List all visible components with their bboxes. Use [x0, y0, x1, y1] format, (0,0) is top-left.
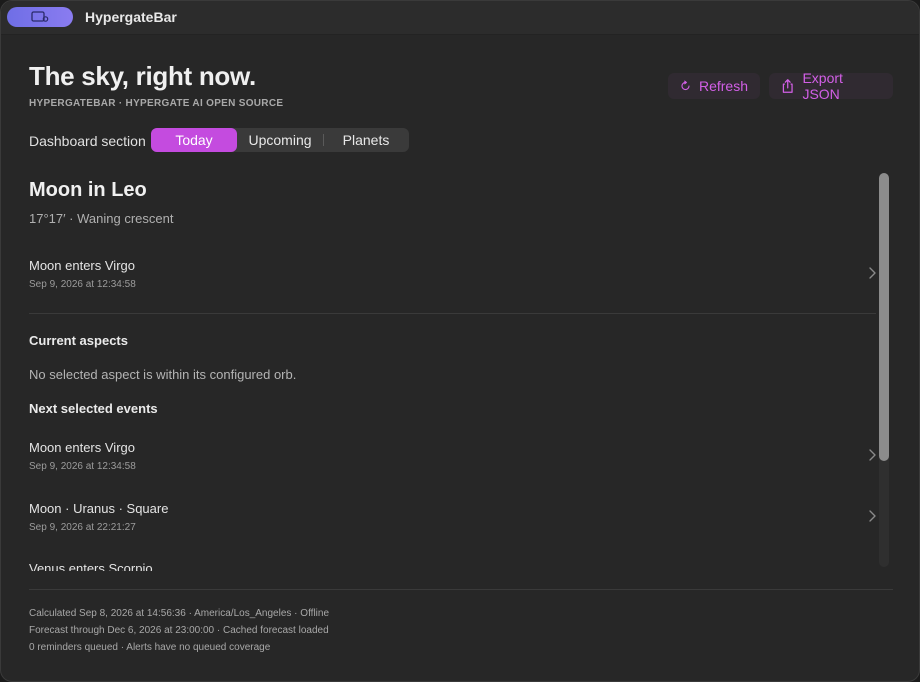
title-bar: HypergateBar [1, 1, 919, 35]
chevron-right-icon [869, 267, 876, 279]
moon-sign-title: Moon in Leo [29, 179, 147, 201]
footer-reminders: 0 reminders queued · Alerts have no queu… [29, 642, 271, 653]
current-aspects-heading: Current aspects [29, 333, 128, 348]
list-item-date: Sep 9, 2026 at 12:34:58 [29, 279, 136, 290]
refresh-button[interactable]: Refresh [668, 73, 760, 99]
chevron-right-icon [869, 449, 876, 461]
scrollbar[interactable] [879, 173, 889, 567]
event-row[interactable]: Moon · Uranus · Square Sep 9, 2026 at 22… [29, 501, 876, 533]
share-icon [782, 79, 793, 93]
list-item-date: Sep 9, 2026 at 22:21:27 [29, 522, 136, 533]
footer-divider [29, 589, 893, 590]
scrollbar-thumb[interactable] [879, 173, 889, 461]
next-events-heading: Next selected events [29, 401, 158, 416]
export-json-button[interactable]: Export JSON [769, 70, 893, 102]
section-divider [29, 313, 876, 314]
moon-next-ingress-row[interactable]: Moon enters Virgo Sep 9, 2026 at 12:34:5… [29, 258, 876, 290]
page-subtitle: HYPERGATEBAR · HYPERGATE AI OPEN SOURCE [29, 98, 284, 109]
footer-forecast: Forecast through Dec 6, 2026 at 23:00:00… [29, 625, 329, 636]
app-window: HypergateBar The sky, right now. HYPERGA… [0, 0, 920, 682]
menubar-icon [31, 11, 49, 22]
footer-calculated: Calculated Sep 8, 2026 at 14:56:36 · Ame… [29, 608, 330, 619]
refresh-icon [681, 80, 690, 91]
export-label: Export JSON [802, 70, 843, 102]
refresh-label: Refresh [698, 78, 748, 94]
page-title: The sky, right now. [29, 61, 256, 91]
list-item-title: Moon enters Virgo [29, 258, 135, 273]
list-item-date: Sep 9, 2026 at 12:34:58 [29, 461, 136, 472]
scroll-content[interactable]: Moon in Leo 17°17′ · Waning crescent Moo… [1, 171, 876, 571]
list-item-title: Moon · Uranus · Square [29, 501, 169, 516]
dashboard-section-picker: Today Upcoming Planets [151, 128, 409, 152]
current-aspects-empty: No selected aspect is within its configu… [29, 367, 297, 382]
tab-planets[interactable]: Planets [323, 128, 409, 152]
list-item-title: Venus enters Scorpio [29, 561, 153, 571]
event-row[interactable]: Venus enters Scorpio [29, 561, 876, 571]
chevron-right-icon [869, 510, 876, 522]
event-row[interactable]: Moon enters Virgo Sep 9, 2026 at 12:34:5… [29, 440, 876, 472]
list-item-title: Moon enters Virgo [29, 440, 135, 455]
tab-upcoming[interactable]: Upcoming [237, 128, 323, 152]
tab-today[interactable]: Today [151, 128, 237, 152]
menu-bar-extra-button[interactable] [7, 7, 73, 27]
moon-position-detail: 17°17′ · Waning crescent [29, 211, 174, 226]
window-title: HypergateBar [85, 9, 177, 25]
dashboard-section-label: Dashboard section [29, 133, 146, 149]
